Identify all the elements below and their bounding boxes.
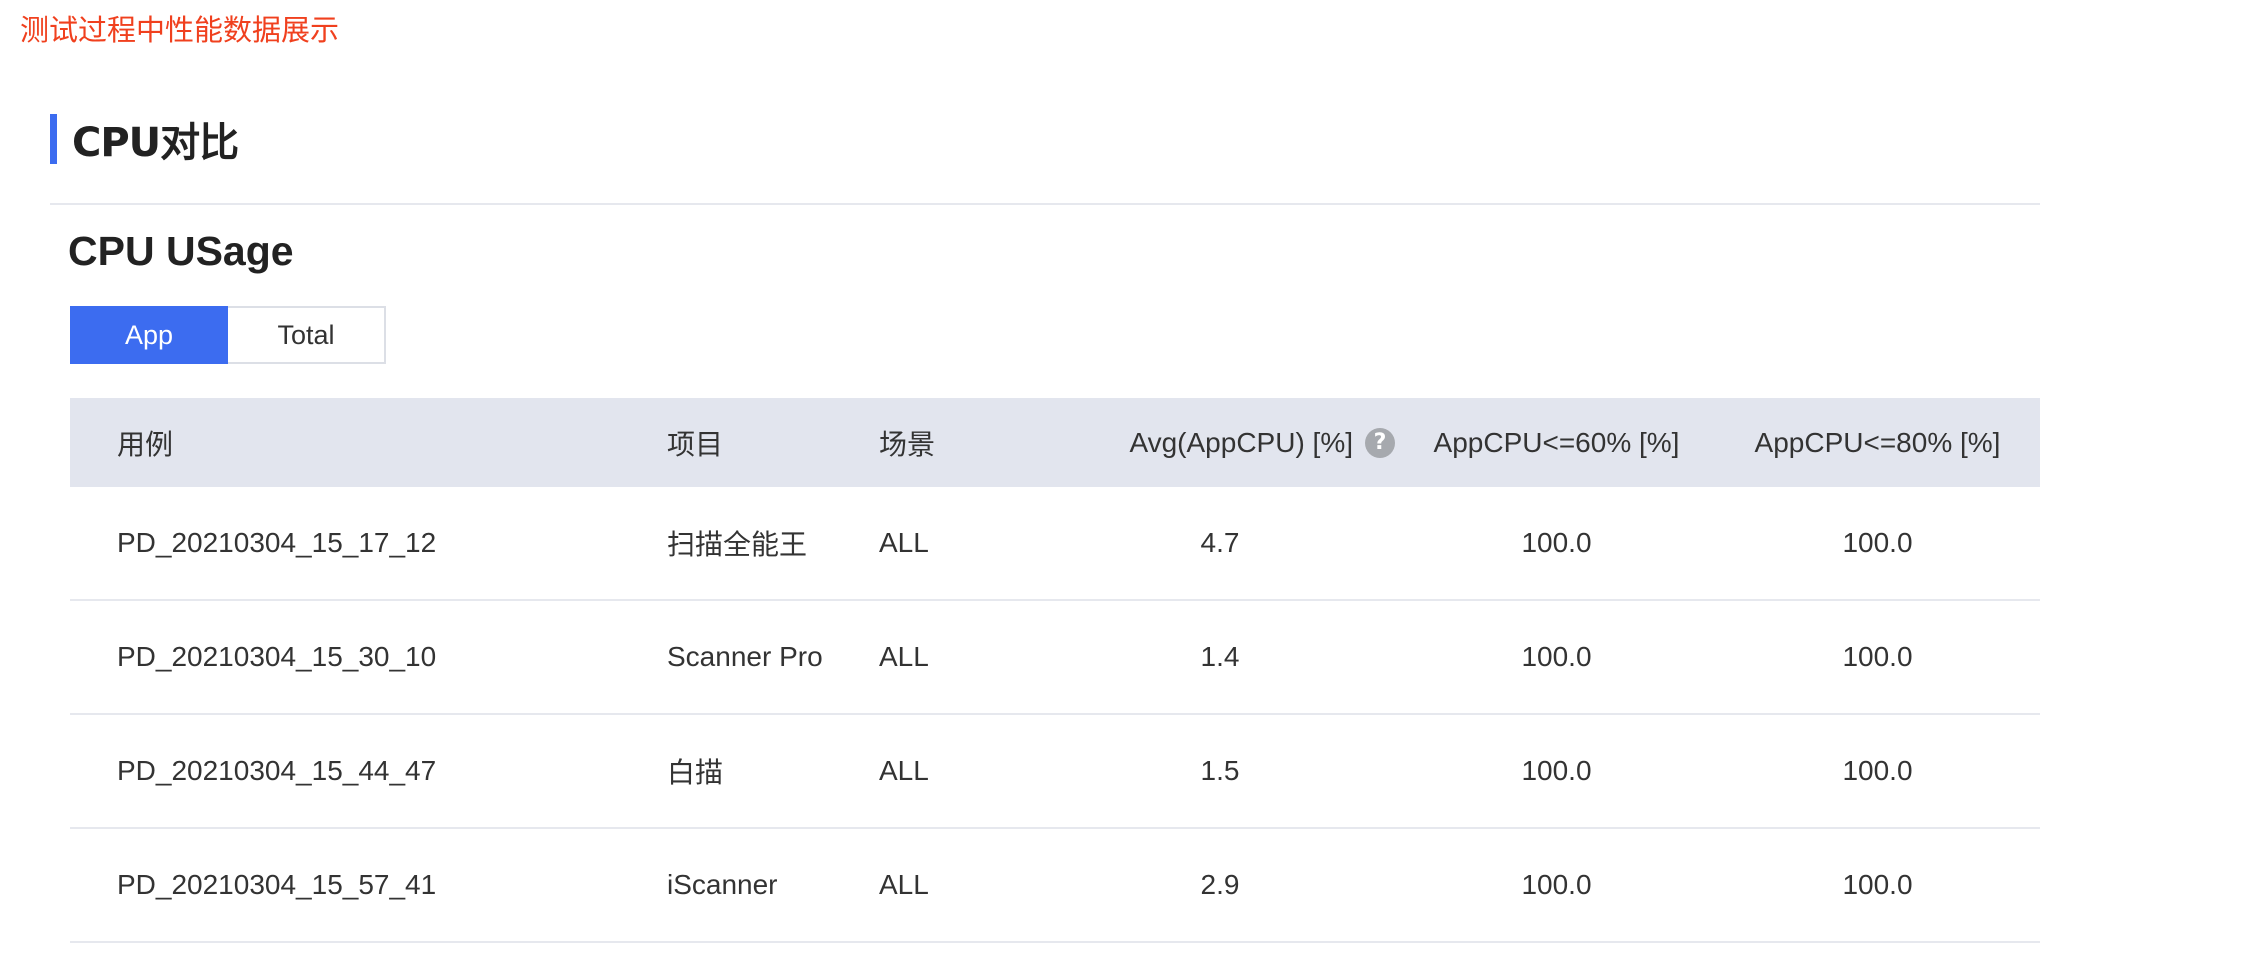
cell-appcpu-le60: 100.0 [1521, 755, 1592, 786]
cell-appcpu-le60: 100.0 [1521, 869, 1592, 900]
cell-avg-appcpu: 4.7 [1200, 527, 1240, 558]
toggle-app-button[interactable]: App [70, 306, 228, 364]
cell-project: 扫描全能王 [667, 529, 808, 560]
cell-scene: ALL [879, 641, 929, 672]
cell-avg-appcpu: 1.5 [1200, 755, 1240, 786]
header-avg-appcpu[interactable]: Avg(AppCPU) [%] ? [1042, 427, 1398, 459]
section-divider [50, 203, 2040, 205]
header-case[interactable]: 用例 [70, 423, 618, 463]
cell-project: iScanner [667, 869, 778, 900]
table-row: PD_20210304_15_30_10 Scanner Pro ALL 1.4… [70, 601, 2040, 715]
cell-scene: ALL [879, 869, 929, 900]
section-title: CPU对比 [72, 120, 239, 166]
cell-project: 白描 [667, 757, 724, 788]
cell-appcpu-le80: 100.0 [1842, 641, 1913, 672]
cell-scene: ALL [879, 527, 929, 558]
cell-case: PD_20210304_15_44_47 [117, 755, 437, 786]
cell-project: Scanner Pro [667, 641, 823, 672]
help-icon[interactable]: ? [1365, 427, 1395, 458]
table-row: PD_20210304_15_57_41 iScanner ALL 2.9 10… [70, 829, 2040, 943]
image-caption: 测试过程中性能数据展示 [20, 13, 340, 47]
section-header: CPU对比 [50, 114, 239, 166]
cell-avg-appcpu: 1.4 [1200, 641, 1240, 672]
header-project[interactable]: 项目 [618, 423, 830, 463]
cell-case: PD_20210304_15_30_10 [117, 641, 437, 672]
cell-appcpu-le80: 100.0 [1842, 527, 1913, 558]
table-row: PD_20210304_15_44_47 白描 ALL 1.5 100.0 10… [70, 715, 2040, 829]
cell-appcpu-le60: 100.0 [1521, 527, 1592, 558]
toggle-total-button[interactable]: Total [228, 306, 386, 364]
table-header-row: 用例 项目 场景 Avg(AppCPU) [%] ? AppCPU<=60% [… [70, 398, 2040, 487]
app-total-toggle: App Total [70, 306, 386, 364]
header-avg-appcpu-label: Avg(AppCPU) [%] [1129, 426, 1353, 458]
header-scene[interactable]: 场景 [830, 423, 1042, 463]
cell-case: PD_20210304_15_57_41 [117, 869, 437, 900]
chart-title: CPU USage [68, 228, 294, 274]
cell-appcpu-le60: 100.0 [1521, 641, 1592, 672]
cell-avg-appcpu: 2.9 [1200, 869, 1240, 900]
header-appcpu-le60[interactable]: AppCPU<=60% [%] [1398, 427, 1715, 459]
cpu-usage-table: 用例 项目 场景 Avg(AppCPU) [%] ? AppCPU<=60% [… [70, 398, 2040, 943]
cell-case: PD_20210304_15_17_12 [117, 527, 437, 558]
cell-appcpu-le80: 100.0 [1842, 869, 1913, 900]
section-accent-bar [50, 114, 57, 164]
cell-scene: ALL [879, 755, 929, 786]
table-row: PD_20210304_15_17_12 扫描全能王 ALL 4.7 100.0… [70, 487, 2040, 601]
header-appcpu-le80[interactable]: AppCPU<=80% [%] [1715, 427, 2040, 459]
cell-appcpu-le80: 100.0 [1842, 755, 1913, 786]
